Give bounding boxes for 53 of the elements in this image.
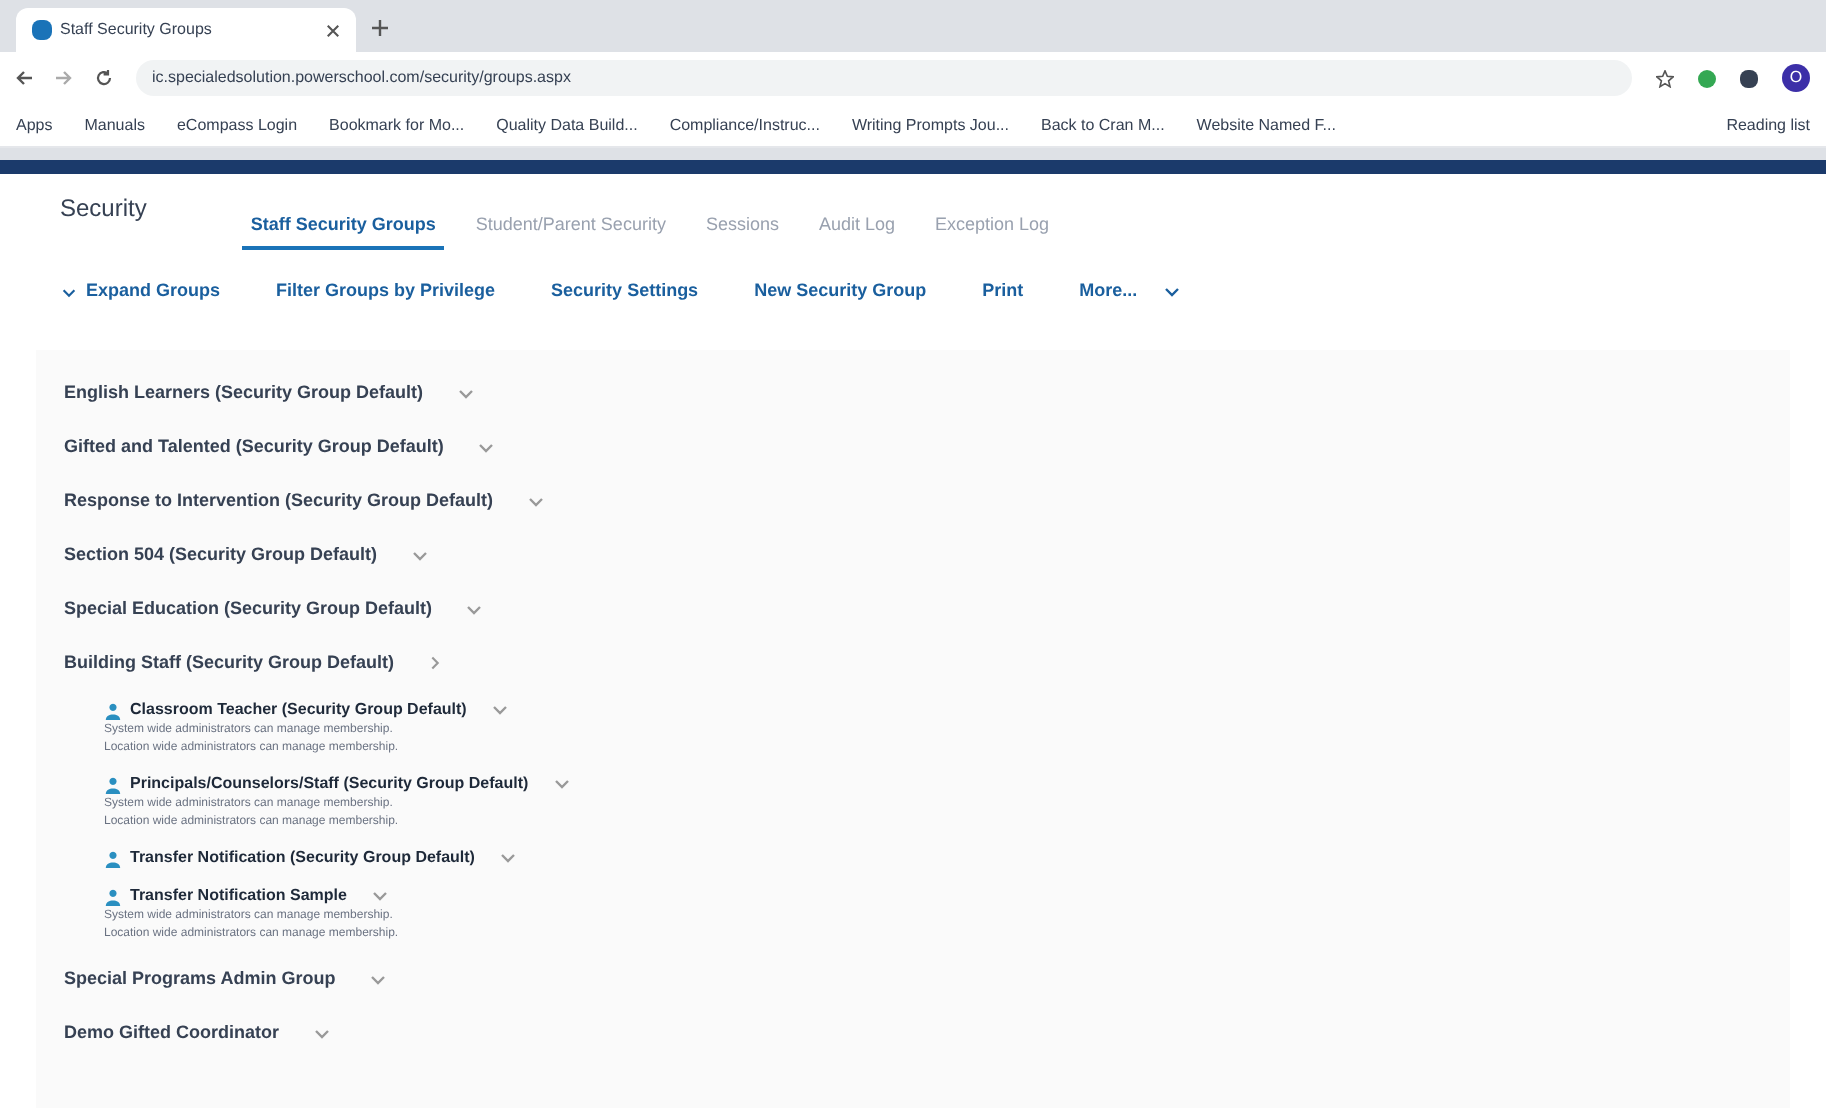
- toolbar-button[interactable]: New Security Group: [754, 278, 927, 306]
- toolbar-button[interactable]: Print: [982, 278, 1024, 306]
- chevron-down-icon[interactable]: [490, 700, 511, 720]
- bookmark[interactable]: eCompass Login: [176, 113, 298, 137]
- url-text: ic.specialedsolution.powerschool.com/security/groups.aspx: [152, 66, 571, 90]
- new-tab-icon[interactable]: [372, 20, 388, 36]
- person-icon: [104, 887, 122, 905]
- group-name[interactable]: Building Staff (Security Group Default): [64, 649, 395, 677]
- toolbar-button[interactable]: Expand Groups: [60, 278, 221, 306]
- subgroup-name[interactable]: Transfer Notification (Security Group Default): [130, 846, 475, 870]
- extension-icon[interactable]: [1740, 69, 1758, 87]
- chevron-down-icon[interactable]: [498, 848, 519, 868]
- toolbar-button[interactable]: More...: [1079, 278, 1138, 306]
- tab-title: Staff Security Groups: [60, 18, 214, 42]
- bookmark[interactable]: Writing Prompts Jou...: [851, 113, 1009, 137]
- group-name[interactable]: Response to Intervention (Security Group Default): [64, 487, 494, 515]
- browser-tab[interactable]: Staff Security Groups: [16, 8, 356, 52]
- tab[interactable]: Staff Security Groups: [242, 211, 444, 250]
- person-icon: [104, 701, 122, 719]
- chevron-down-icon[interactable]: [1161, 282, 1182, 302]
- close-icon[interactable]: [326, 23, 340, 37]
- group-name[interactable]: Special Programs Admin Group: [64, 965, 336, 993]
- person-icon: [104, 775, 122, 793]
- back-icon[interactable]: [16, 70, 32, 86]
- person-icon: [104, 849, 122, 867]
- toolbar-button[interactable]: Security Settings: [551, 278, 699, 306]
- address-bar[interactable]: ic.specialedsolution.powerschool.com/security/groups.aspx: [136, 60, 1632, 96]
- bookmark[interactable]: Quality Data Build...: [496, 113, 638, 137]
- profile-avatar[interactable]: O: [1782, 64, 1810, 92]
- toolbar-button[interactable]: Filter Groups by Privilege: [276, 278, 496, 306]
- group-name[interactable]: Demo Gifted Coordinator: [64, 1019, 279, 1047]
- bookmark[interactable]: Apps: [16, 113, 53, 137]
- chevron-down-icon[interactable]: [370, 886, 391, 906]
- page-title: Security: [60, 192, 147, 226]
- reload-icon[interactable]: [96, 70, 112, 86]
- bookmark[interactable]: Manuals: [84, 113, 145, 137]
- reading-list[interactable]: Reading list: [1726, 113, 1810, 137]
- subgroup-name[interactable]: Transfer Notification Sample: [130, 884, 347, 908]
- bookmark[interactable]: Back to Cran M...: [1041, 113, 1165, 137]
- group-name[interactable]: English Learners (Security Group Default): [64, 379, 424, 407]
- bookmark[interactable]: Bookmark for Mo...: [329, 113, 465, 137]
- group-name[interactable]: Gifted and Talented (Security Group Default): [64, 433, 444, 461]
- bookmark[interactable]: Website Named F...: [1196, 113, 1336, 137]
- star-icon[interactable]: [1656, 69, 1674, 87]
- chevron-down-icon[interactable]: [552, 774, 573, 794]
- chevron-right-icon[interactable]: [426, 654, 445, 672]
- favicon-icon: [32, 20, 52, 40]
- forward-icon[interactable]: [56, 70, 72, 86]
- group-name[interactable]: Special Education (Security Group Default): [64, 595, 433, 623]
- subgroup-name[interactable]: Classroom Teacher (Security Group Default): [130, 698, 467, 722]
- group-name[interactable]: Section 504 (Security Group Default): [64, 541, 378, 569]
- bookmark[interactable]: Compliance/Instruc...: [669, 113, 820, 137]
- subgroup-name[interactable]: Principals/Counselors/Staff (Security Group Default): [130, 772, 529, 796]
